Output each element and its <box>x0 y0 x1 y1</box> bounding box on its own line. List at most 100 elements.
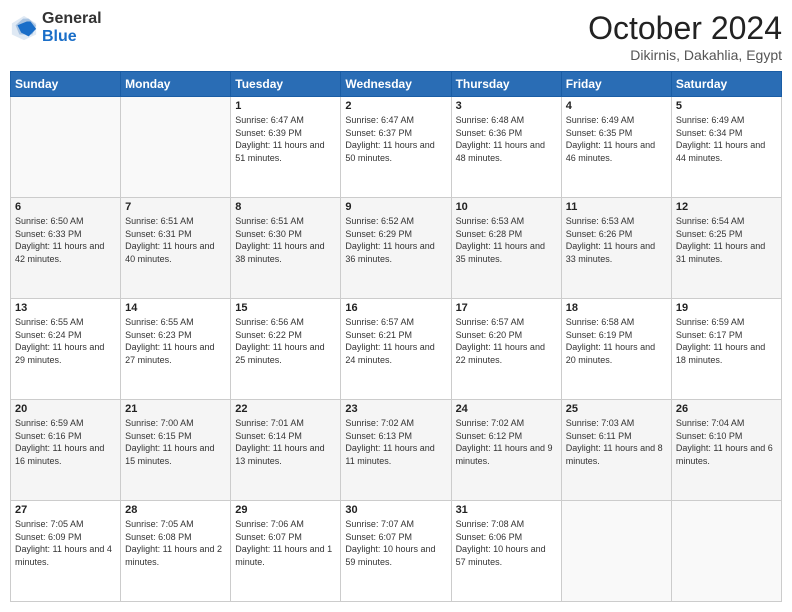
day-number: 11 <box>566 201 667 213</box>
day-header-monday: Monday <box>121 72 231 97</box>
calendar-cell: 28Sunrise: 7:05 AM Sunset: 6:08 PM Dayli… <box>121 501 231 602</box>
day-number: 19 <box>676 302 777 314</box>
calendar-cell: 24 Sunrise: 7:02 AM Sunset: 6:12 PM Dayli… <box>451 400 561 501</box>
day-number: 16 <box>345 302 446 314</box>
day-header-saturday: Saturday <box>671 72 781 97</box>
calendar-cell: 3 Sunrise: 6:48 AM Sunset: 6:36 PM Daylig… <box>451 97 561 198</box>
day-info: Sunrise: 6:55 AM Sunset: 6:24 PM Dayligh… <box>15 316 116 366</box>
day-header-wednesday: Wednesday <box>341 72 451 97</box>
day-info: Sunrise: 7:08 AM Sunset: 6:06 PM Dayligh… <box>456 518 557 568</box>
day-info: Sunrise: 6:47 AM Sunset: 6:39 PM Dayligh… <box>235 114 336 164</box>
day-info: Sunrise: 6:49 AM Sunset: 6:34 PM Dayligh… <box>676 114 777 164</box>
calendar-cell: 22 Sunrise: 7:01 AM Sunset: 6:14 PM Dayli… <box>231 400 341 501</box>
day-number: 20 <box>15 403 116 415</box>
calendar-cell: 9 Sunrise: 6:52 AM Sunset: 6:29 PM Daylig… <box>341 198 451 299</box>
calendar-cell <box>671 501 781 602</box>
calendar-cell: 20Sunrise: 6:59 AM Sunset: 6:16 PM Dayli… <box>11 400 121 501</box>
day-number: 24 <box>456 403 557 415</box>
calendar-cell <box>561 501 671 602</box>
day-header-thursday: Thursday <box>451 72 561 97</box>
day-number: 12 <box>676 201 777 213</box>
day-info: Sunrise: 7:00 AM Sunset: 6:15 PM Dayligh… <box>125 417 226 467</box>
day-header-sunday: Sunday <box>11 72 121 97</box>
day-number: 21 <box>125 403 226 415</box>
calendar-cell: 13 Sunrise: 6:55 AM Sunset: 6:24 PM Dayli… <box>11 299 121 400</box>
calendar-cell: 15Sunrise: 6:56 AM Sunset: 6:22 PM Dayli… <box>231 299 341 400</box>
day-info: Sunrise: 6:50 AM Sunset: 6:33 PM Dayligh… <box>15 215 116 265</box>
month-title: October 2024 <box>588 10 782 47</box>
day-info: Sunrise: 6:54 AM Sunset: 6:25 PM Dayligh… <box>676 215 777 265</box>
calendar-week-row: 20Sunrise: 6:59 AM Sunset: 6:16 PM Dayli… <box>11 400 782 501</box>
calendar-week-row: 1 Sunrise: 6:47 AM Sunset: 6:39 PM Daylig… <box>11 97 782 198</box>
day-info: Sunrise: 6:47 AM Sunset: 6:37 PM Dayligh… <box>345 114 446 164</box>
day-number: 8 <box>235 201 336 213</box>
day-info: Sunrise: 7:01 AM Sunset: 6:14 PM Dayligh… <box>235 417 336 467</box>
calendar-cell: 4 Sunrise: 6:49 AM Sunset: 6:35 PM Daylig… <box>561 97 671 198</box>
day-number: 14 <box>125 302 226 314</box>
day-number: 30 <box>345 504 446 516</box>
day-number: 9 <box>345 201 446 213</box>
day-info: Sunrise: 7:04 AM Sunset: 6:10 PM Dayligh… <box>676 417 777 467</box>
calendar-cell: 29Sunrise: 7:06 AM Sunset: 6:07 PM Dayli… <box>231 501 341 602</box>
day-info: Sunrise: 6:52 AM Sunset: 6:29 PM Dayligh… <box>345 215 446 265</box>
calendar-cell: 17 Sunrise: 6:57 AM Sunset: 6:20 PM Dayli… <box>451 299 561 400</box>
day-number: 17 <box>456 302 557 314</box>
day-number: 4 <box>566 100 667 112</box>
title-section: October 2024 Dikirnis, Dakahlia, Egypt <box>588 10 782 63</box>
day-info: Sunrise: 6:48 AM Sunset: 6:36 PM Dayligh… <box>456 114 557 164</box>
day-number: 7 <box>125 201 226 213</box>
day-info: Sunrise: 7:05 AM Sunset: 6:09 PM Dayligh… <box>15 518 116 568</box>
calendar-cell: 10Sunrise: 6:53 AM Sunset: 6:28 PM Dayli… <box>451 198 561 299</box>
calendar-week-row: 6 Sunrise: 6:50 AM Sunset: 6:33 PM Daylig… <box>11 198 782 299</box>
calendar-cell: 27Sunrise: 7:05 AM Sunset: 6:09 PM Dayli… <box>11 501 121 602</box>
day-header-friday: Friday <box>561 72 671 97</box>
header: General Blue October 2024 Dikirnis, Daka… <box>10 10 782 63</box>
day-number: 15 <box>235 302 336 314</box>
logo-text: General Blue <box>42 10 102 45</box>
calendar-header-row: SundayMondayTuesdayWednesdayThursdayFrid… <box>11 72 782 97</box>
day-info: Sunrise: 6:51 AM Sunset: 6:31 PM Dayligh… <box>125 215 226 265</box>
calendar-cell: 2Sunrise: 6:47 AM Sunset: 6:37 PM Daylig… <box>341 97 451 198</box>
day-number: 22 <box>235 403 336 415</box>
day-number: 3 <box>456 100 557 112</box>
day-info: Sunrise: 6:49 AM Sunset: 6:35 PM Dayligh… <box>566 114 667 164</box>
calendar-cell <box>121 97 231 198</box>
calendar-cell: 18 Sunrise: 6:58 AM Sunset: 6:19 PM Dayli… <box>561 299 671 400</box>
calendar-cell: 12 Sunrise: 6:54 AM Sunset: 6:25 PM Dayli… <box>671 198 781 299</box>
day-number: 5 <box>676 100 777 112</box>
day-header-tuesday: Tuesday <box>231 72 341 97</box>
logo: General Blue <box>10 10 102 45</box>
day-number: 13 <box>15 302 116 314</box>
calendar-week-row: 13 Sunrise: 6:55 AM Sunset: 6:24 PM Dayli… <box>11 299 782 400</box>
calendar-cell: 11Sunrise: 6:53 AM Sunset: 6:26 PM Dayli… <box>561 198 671 299</box>
calendar-cell: 1 Sunrise: 6:47 AM Sunset: 6:39 PM Daylig… <box>231 97 341 198</box>
day-number: 26 <box>676 403 777 415</box>
day-number: 29 <box>235 504 336 516</box>
day-number: 28 <box>125 504 226 516</box>
day-info: Sunrise: 7:02 AM Sunset: 6:13 PM Dayligh… <box>345 417 446 467</box>
calendar-cell: 25Sunrise: 7:03 AM Sunset: 6:11 PM Dayli… <box>561 400 671 501</box>
day-number: 6 <box>15 201 116 213</box>
calendar-cell: 19 Sunrise: 6:59 AM Sunset: 6:17 PM Dayli… <box>671 299 781 400</box>
day-info: Sunrise: 7:07 AM Sunset: 6:07 PM Dayligh… <box>345 518 446 568</box>
day-number: 1 <box>235 100 336 112</box>
day-info: Sunrise: 6:53 AM Sunset: 6:28 PM Dayligh… <box>456 215 557 265</box>
day-info: Sunrise: 6:51 AM Sunset: 6:30 PM Dayligh… <box>235 215 336 265</box>
day-info: Sunrise: 6:57 AM Sunset: 6:20 PM Dayligh… <box>456 316 557 366</box>
day-info: Sunrise: 6:59 AM Sunset: 6:17 PM Dayligh… <box>676 316 777 366</box>
calendar-cell: 7 Sunrise: 6:51 AM Sunset: 6:31 PM Daylig… <box>121 198 231 299</box>
calendar-cell: 21 Sunrise: 7:00 AM Sunset: 6:15 PM Dayli… <box>121 400 231 501</box>
calendar-cell: 16 Sunrise: 6:57 AM Sunset: 6:21 PM Dayli… <box>341 299 451 400</box>
day-info: Sunrise: 7:02 AM Sunset: 6:12 PM Dayligh… <box>456 417 557 467</box>
calendar-cell: 30 Sunrise: 7:07 AM Sunset: 6:07 PM Dayli… <box>341 501 451 602</box>
calendar-cell: 23 Sunrise: 7:02 AM Sunset: 6:13 PM Dayli… <box>341 400 451 501</box>
day-number: 25 <box>566 403 667 415</box>
day-info: Sunrise: 6:57 AM Sunset: 6:21 PM Dayligh… <box>345 316 446 366</box>
calendar-cell <box>11 97 121 198</box>
calendar-week-row: 27Sunrise: 7:05 AM Sunset: 6:09 PM Dayli… <box>11 501 782 602</box>
logo-blue-text: Blue <box>42 28 102 46</box>
logo-icon <box>10 14 38 42</box>
day-number: 23 <box>345 403 446 415</box>
day-info: Sunrise: 6:58 AM Sunset: 6:19 PM Dayligh… <box>566 316 667 366</box>
day-number: 18 <box>566 302 667 314</box>
